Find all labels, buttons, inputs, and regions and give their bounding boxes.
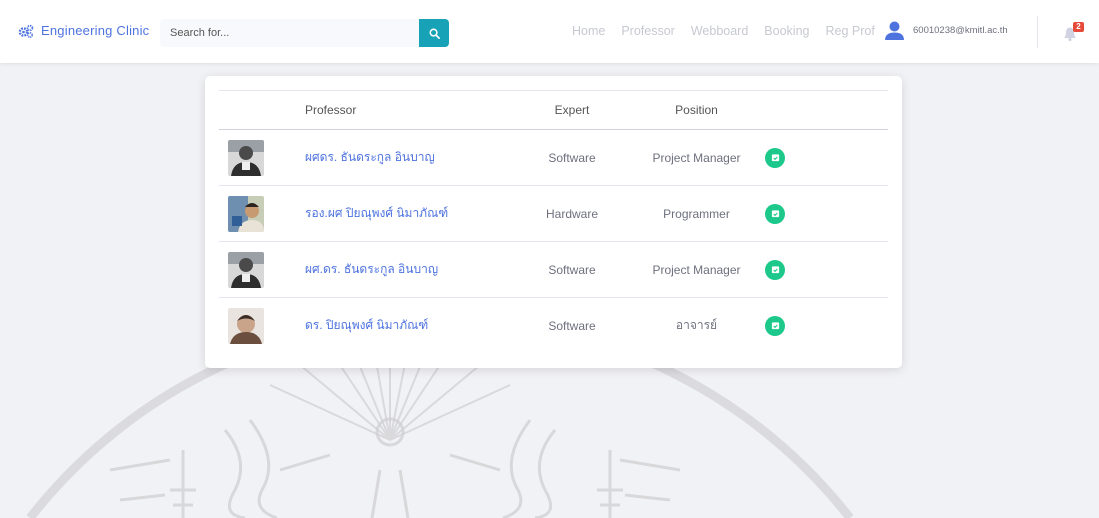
professor-name-link[interactable]: ผศดร. ธันดระกูล อินบาญ [305,150,435,164]
header-action [765,90,806,130]
calendar-check-icon [771,322,779,330]
position-cell: Programmer [628,185,765,242]
book-appointment-button[interactable] [765,203,785,224]
professor-photo [228,307,264,344]
professor-photo [228,139,264,176]
professor-name-link[interactable]: รอง.ผศ ปิยณุพงศ์ นิมาภัณฑ์ [305,206,448,220]
professor-name-link[interactable]: ผศ.ดร. ธันดระกูล อินบาญ [305,262,438,276]
position-cell: Project Manager [628,241,765,298]
calendar-check-icon [771,154,779,162]
nav-webboard[interactable]: Webboard [691,24,748,38]
calendar-check-icon [771,266,779,274]
position-cell: อาจารย์ [675,318,718,332]
user-menu[interactable]: 60010238@kmitl.ac.th [884,21,1008,40]
professor-name-link[interactable]: ดร. ปิยณุพงศ์ นิมาภัณฑ์ [305,318,428,332]
notification-badge: 2 [1073,22,1084,32]
expert-cell: Software [516,129,628,186]
book-appointment-button[interactable] [765,147,785,168]
header-filler [806,90,888,130]
table-header-row: Professor Expert Position [219,90,888,130]
nav-booking[interactable]: Booking [764,24,809,38]
table-row: ผศ.ดร. ธันดระกูล อินบาญ Software Project… [219,241,888,298]
nav-reg-prof[interactable]: Reg Prof [825,24,874,38]
expert-cell: Software [516,241,628,298]
table-row: ผศดร. ธันดระกูล อินบาญ Software Project … [219,129,888,186]
professor-photo [228,251,264,288]
search-button[interactable] [419,19,449,47]
nav-home[interactable]: Home [572,24,605,38]
nav-professor[interactable]: Professor [621,24,675,38]
expert-cell: Software [548,318,596,333]
brand-link[interactable]: Engineering Clinic [18,23,149,38]
brand-name: Engineering Clinic [41,23,150,38]
cogs-icon [18,24,34,38]
main-nav: Home Professor Webboard Booking Reg Prof [572,24,891,38]
calendar-check-icon [771,210,779,218]
professor-table: Professor Expert Position ผศดร. ธันดระกู… [219,90,888,353]
table-row: รอง.ผศ ปิยณุพงศ์ นิมาภัณฑ์ Hardware Prog… [219,185,888,242]
search-input[interactable] [160,19,419,47]
professor-photo [228,195,264,232]
user-icon [885,21,904,40]
professor-table-card: Professor Expert Position ผศดร. ธันดระกู… [205,76,902,368]
position-cell: Project Manager [628,129,765,186]
top-navbar: Engineering Clinic Home Professor Webboa… [0,0,1099,63]
search-form [160,19,449,47]
header-expert: Expert [516,90,628,130]
header-position: Position [628,90,765,130]
table-row: ดร. ปิยณุพงศ์ นิมาภัณฑ์ Software อาจารย์ [219,298,888,354]
user-email: 60010238@kmitl.ac.th [913,25,1008,36]
header-professor: Professor [305,90,516,130]
header-photo [219,90,305,130]
book-appointment-button[interactable] [765,259,785,280]
search-icon [429,28,440,39]
topbar-divider [1037,16,1038,48]
expert-cell: Hardware [516,185,628,242]
book-appointment-button[interactable] [765,315,785,336]
